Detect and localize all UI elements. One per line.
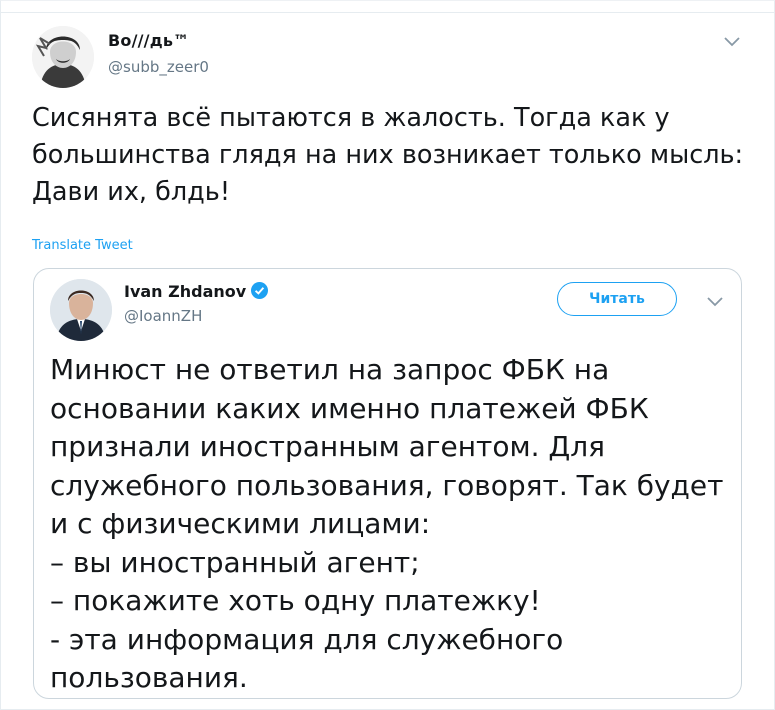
- tweet-text: Сисянята всё пытаются в жалость. Тогда к…: [32, 103, 744, 207]
- avatar[interactable]: [32, 26, 94, 88]
- quoted-tweet-text: Минюст не ответил на запрос ФБК на основ…: [50, 353, 724, 694]
- quoted-avatar[interactable]: [50, 279, 112, 341]
- quoted-display-name-label: Ivan Zhdanov: [124, 282, 247, 301]
- follow-button[interactable]: Читать: [557, 282, 677, 316]
- quoted-user-handle[interactable]: @IoannZH: [124, 307, 202, 325]
- quoted-tweet[interactable]: Ivan Zhdanov @IoannZH Читать Минюст не о…: [33, 268, 742, 699]
- portrait-avatar-icon: [50, 279, 112, 341]
- portrait-avatar-icon: [32, 26, 94, 88]
- translate-tweet-link[interactable]: Translate Tweet: [32, 238, 133, 253]
- quoted-display-name[interactable]: Ivan Zhdanov: [124, 282, 269, 301]
- chevron-down-icon[interactable]: [723, 36, 741, 48]
- display-name[interactable]: Bo///дь™: [108, 31, 189, 50]
- divider: [0, 12, 775, 13]
- user-handle[interactable]: @subb_zeer0: [108, 58, 209, 76]
- chevron-down-icon[interactable]: [706, 296, 724, 308]
- verified-badge-icon: [251, 282, 269, 299]
